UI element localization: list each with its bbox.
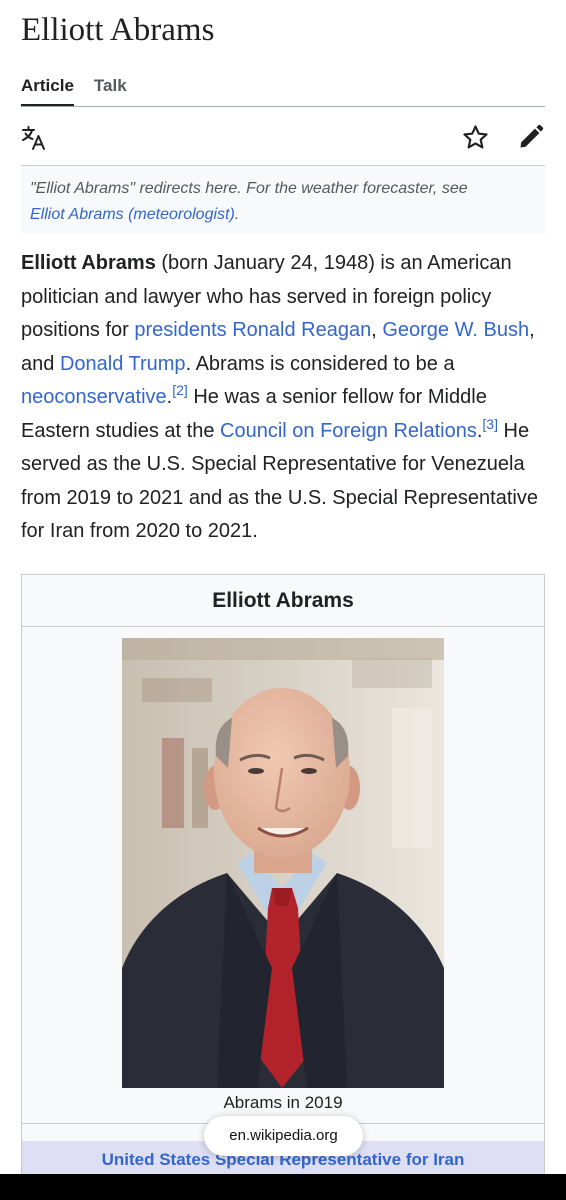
infobox-title: Elliott Abrams	[212, 589, 354, 612]
infobox-divider	[22, 626, 544, 627]
star-icon[interactable]	[462, 124, 489, 151]
lead-text: . Abrams is considered to be a	[185, 352, 455, 375]
tab-article[interactable]: Article	[21, 74, 74, 107]
link-george-w-bush[interactable]: George W. Bush	[382, 319, 529, 341]
reference-2[interactable]: [2]	[172, 382, 188, 398]
hatnote-link-meteorologist[interactable]: Elliot Abrams (meteorologist)	[30, 206, 235, 223]
infobox: Elliott Abrams Abrams in 2019 United Sta…	[21, 574, 545, 1200]
hatnote: "Elliot Abrams" redirects here. For the …	[21, 166, 545, 234]
page-title: Elliott Abrams	[21, 12, 215, 48]
bottom-bar	[0, 1174, 566, 1200]
portrait-photo[interactable]	[122, 638, 444, 1088]
address-bar-url[interactable]: en.wikipedia.org	[204, 1116, 363, 1156]
link-council-on-foreign-relations[interactable]: Council on Foreign Relations	[220, 420, 477, 442]
link-donald-trump[interactable]: Donald Trump	[60, 353, 186, 375]
link-ronald-reagan[interactable]: presidents Ronald Reagan	[134, 319, 371, 341]
language-icon[interactable]	[21, 125, 47, 151]
link-neoconservative[interactable]: neoconservative	[21, 386, 167, 408]
tab-talk[interactable]: Talk	[94, 74, 127, 100]
lead-paragraph: Elliott Abrams (born January 24, 1948) i…	[21, 247, 551, 549]
hatnote-suffix: .	[234, 206, 240, 223]
page-actions-toolbar	[21, 107, 545, 165]
page-tabs: Article Talk	[21, 74, 127, 107]
reference-3[interactable]: [3]	[482, 416, 498, 432]
lead-text: ,	[371, 319, 383, 341]
hatnote-text: "Elliot Abrams" redirects here. For the …	[30, 180, 468, 197]
edit-pencil-icon[interactable]	[517, 123, 545, 151]
photo-caption: Abrams in 2019	[223, 1093, 343, 1112]
subject-name: Elliott Abrams	[21, 252, 156, 274]
